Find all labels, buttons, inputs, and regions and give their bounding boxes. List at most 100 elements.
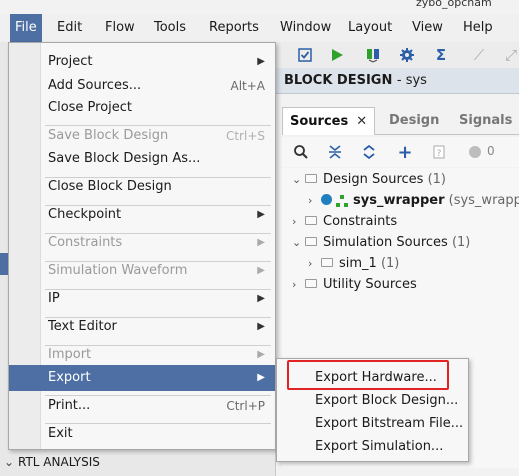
chevron-right-icon[interactable]: › — [292, 275, 305, 295]
file-menu-print[interactable]: Print... Ctrl+P — [9, 393, 275, 419]
submenu-arrow-icon: ▶ — [257, 265, 265, 276]
folder-icon — [321, 258, 333, 267]
design-sources-label: Design Sources — [323, 172, 424, 187]
sys-wrapper-file: (sys_wrapp — [448, 193, 519, 208]
text-editor-label: Text Editor — [48, 319, 117, 334]
export-block-design-label: Export Block Design... — [315, 393, 459, 408]
utility-sources-label: Utility Sources — [323, 277, 417, 292]
export-submenu: Export Hardware... Export Block Design..… — [276, 358, 469, 462]
folder-icon — [305, 279, 317, 288]
file-menu-constraints[interactable]: Constraints ▶ — [9, 230, 275, 256]
export-hardware-item[interactable]: Export Hardware... — [277, 366, 468, 390]
rtl-analysis-label: RTL ANALYSIS — [18, 455, 100, 469]
file-menu-export[interactable]: Export ▶ — [9, 365, 275, 391]
export-bitstream-file-label: Export Bitstream File... — [315, 416, 464, 431]
close-block-design-label: Close Block Design — [48, 179, 172, 194]
submenu-arrow-icon: ▶ — [257, 237, 265, 248]
properties-icon[interactable]: ? — [430, 143, 448, 161]
block-design-subtitle: - sys — [396, 73, 427, 88]
tree-sys-wrapper[interactable]: › sys_wrapper (sys_wrapp — [308, 191, 519, 211]
constraints-label: Constraints — [323, 214, 398, 229]
design-sources-count: (1) — [427, 172, 447, 187]
file-menu-text-editor[interactable]: Text Editor ▶ — [9, 314, 275, 340]
exit-label: Exit — [48, 426, 73, 441]
chevron-right-icon[interactable]: › — [308, 191, 321, 211]
constraints-menu-label: Constraints — [48, 235, 123, 250]
status-count: 0 — [487, 144, 495, 158]
file-menu-save-block-design-as[interactable]: Save Block Design As... — [9, 146, 275, 172]
expand-icon[interactable]: ⤢ — [502, 46, 519, 64]
menu-reports[interactable]: Reports — [204, 14, 264, 42]
sigma-icon[interactable]: Σ — [432, 46, 450, 64]
main-toolbar: Σ ⟋ ⤢ — [276, 42, 519, 68]
chevron-down-icon: ⌄ — [4, 455, 15, 469]
menu-layout[interactable]: Layout — [343, 14, 397, 42]
svg-text:?: ? — [437, 149, 442, 159]
search-icon[interactable] — [292, 143, 310, 161]
menu-file[interactable]: File — [10, 14, 42, 42]
sources-toolbar: + ? 0 — [282, 137, 519, 167]
tab-sources[interactable]: Sources ✕ — [282, 107, 376, 135]
submenu-arrow-icon: ▶ — [257, 56, 265, 67]
validate-icon[interactable] — [296, 46, 314, 64]
project-label: Project — [48, 54, 93, 69]
submenu-arrow-icon: ▶ — [257, 321, 265, 332]
left-panel-selection-marker — [0, 253, 8, 275]
save-block-design-as-label: Save Block Design As... — [48, 151, 201, 166]
menu-edit[interactable]: Edit — [52, 14, 87, 42]
menu-help[interactable]: Help — [458, 14, 498, 42]
cross-disabled-icon[interactable]: ⟋ — [470, 46, 488, 64]
close-project-label: Close Project — [48, 100, 133, 115]
menu-flow[interactable]: Flow — [100, 14, 140, 42]
tree-sim-1[interactable]: › sim_1 (1) — [308, 254, 399, 274]
sim-1-count: (1) — [380, 256, 400, 271]
simulation-waveform-label: Simulation Waveform — [48, 263, 188, 278]
menu-window[interactable]: Window — [275, 14, 336, 42]
rtl-analysis-item[interactable]: ⌄ RTL ANALYSIS — [4, 455, 100, 469]
export-simulation-label: Export Simulation... — [315, 439, 444, 454]
tab-sources-label: Sources — [290, 114, 349, 129]
file-menu: Project ▶ Add Sources... Alt+A Close Pro… — [8, 42, 276, 450]
tree-design-sources[interactable]: ⌄ Design Sources (1) — [292, 170, 446, 190]
tree-simulation-sources[interactable]: ⌄ Simulation Sources (1) — [292, 233, 470, 253]
status-dot-icon — [466, 143, 484, 161]
export-label: Export — [48, 370, 91, 385]
export-bitstream-file-item[interactable]: Export Bitstream File... — [277, 412, 468, 436]
collapse-all-icon[interactable] — [326, 143, 344, 161]
chevron-down-icon[interactable]: ⌄ — [292, 233, 305, 253]
design-source-dot-icon — [321, 194, 332, 205]
program-icon[interactable] — [364, 46, 382, 64]
expand-all-icon[interactable] — [360, 143, 378, 161]
folder-icon — [305, 216, 317, 225]
export-block-design-item[interactable]: Export Block Design... — [277, 389, 468, 413]
add-icon[interactable]: + — [396, 142, 414, 163]
tab-design[interactable]: Design — [382, 107, 446, 135]
checkpoint-label: Checkpoint — [48, 207, 122, 222]
file-menu-ip[interactable]: IP ▶ — [9, 286, 275, 312]
tree-constraints[interactable]: › Constraints — [292, 212, 397, 232]
gear-icon[interactable] — [398, 46, 416, 64]
file-menu-simulation-waveform[interactable]: Simulation Waveform ▶ — [9, 258, 275, 284]
file-menu-exit[interactable]: Exit — [9, 421, 275, 447]
submenu-arrow-icon: ▶ — [257, 293, 265, 304]
folder-icon — [305, 237, 317, 246]
chevron-right-icon[interactable]: › — [292, 212, 305, 232]
print-label: Print... — [48, 398, 91, 413]
close-icon[interactable]: ✕ — [356, 114, 367, 129]
print-shortcut: Ctrl+P — [226, 399, 265, 413]
menu-tools[interactable]: Tools — [149, 14, 191, 42]
tree-utility-sources[interactable]: › Utility Sources — [292, 275, 417, 295]
submenu-arrow-icon: ▶ — [257, 209, 265, 220]
ip-label: IP — [48, 291, 60, 306]
run-icon[interactable] — [328, 46, 346, 64]
file-menu-checkpoint[interactable]: Checkpoint ▶ — [9, 202, 275, 228]
chevron-down-icon[interactable]: ⌄ — [292, 170, 305, 190]
chevron-right-icon[interactable]: › — [308, 254, 321, 274]
export-simulation-item[interactable]: Export Simulation... — [277, 435, 468, 459]
tab-signals[interactable]: Signals — [452, 107, 519, 135]
sources-tabs: Sources ✕ Design Signals — [282, 107, 519, 135]
file-menu-close-block-design[interactable]: Close Block Design — [9, 174, 275, 200]
menu-view[interactable]: View — [407, 14, 448, 42]
file-menu-close-project[interactable]: Close Project — [9, 95, 275, 121]
file-menu-project[interactable]: Project ▶ — [9, 49, 275, 75]
